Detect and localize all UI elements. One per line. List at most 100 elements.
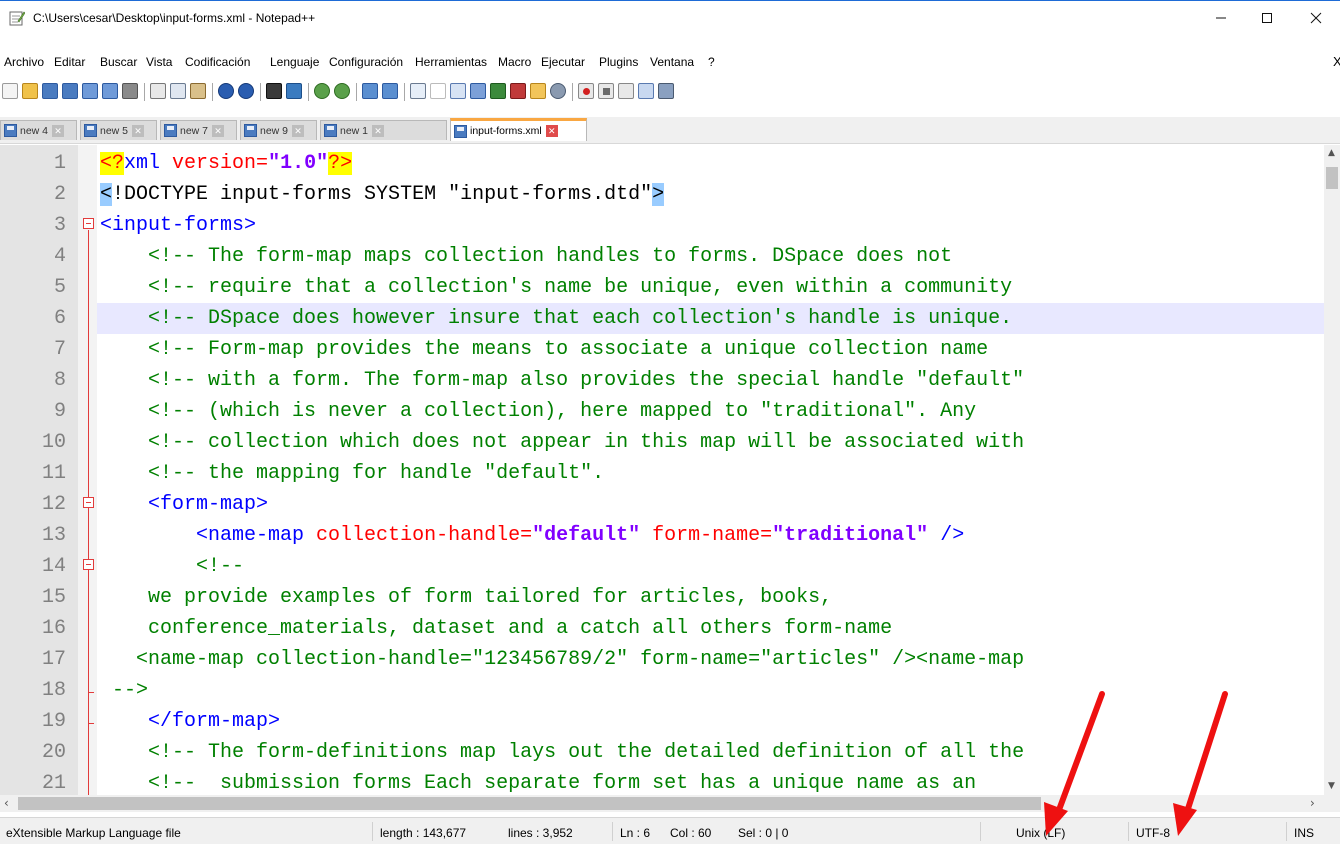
code-line: 2 <!DOCTYPE input-forms SYSTEM "input-for… [54,179,1324,210]
status-sel: Sel : 0 | 0 [738,826,789,840]
tab-new-1[interactable]: new 1 ✕ [320,120,447,140]
zoom-in-icon[interactable] [314,83,330,99]
scroll-right-icon[interactable]: › [1310,796,1315,810]
status-encoding[interactable]: UTF-8 [1136,826,1170,840]
tab-new-7[interactable]: new 7 ✕ [160,120,237,140]
show-all-chars-icon[interactable] [430,83,446,99]
udl-icon[interactable] [470,83,486,99]
line-number: 3 [53,214,66,237]
xml-tag: <name-map [100,524,305,547]
tab-input-forms-xml[interactable]: input-forms.xml ✕ [450,118,587,141]
sync-horizontal-icon[interactable] [382,83,398,99]
sync-vertical-icon[interactable] [362,83,378,99]
code-line: 20 <!-- The form-definitions map lays ou… [42,737,1324,768]
menu-vista[interactable]: Vista [146,55,172,69]
save-macro-icon[interactable] [658,83,674,99]
close-tab-icon[interactable]: ✕ [292,124,305,137]
tab-new-4[interactable]: new 4 ✕ [0,120,77,140]
stop-macro-icon[interactable] [598,83,614,99]
status-insert-mode[interactable]: INS [1294,826,1314,840]
undo-icon[interactable] [218,83,234,99]
menu-configuracion[interactable]: Configuración [329,55,403,69]
close-document-button[interactable]: X [1333,54,1340,69]
toolbar-separator [260,83,261,101]
find-icon[interactable] [266,83,282,99]
fold-end-marker [88,692,94,693]
code-line: 21 <!-- submission forms Each separate f… [42,768,1324,795]
menu-help[interactable]: ? [708,55,715,69]
code-line: 12 <form-map> [42,489,1324,520]
minimize-button[interactable] [1198,1,1244,35]
doc-map-icon[interactable] [490,83,506,99]
paste-icon[interactable] [190,83,206,99]
save-all-icon[interactable] [62,83,78,99]
scroll-down-icon[interactable]: ▼ [1328,781,1335,791]
cut-icon[interactable] [150,83,166,99]
scroll-up-icon[interactable]: ▲ [1328,148,1335,158]
word-wrap-icon[interactable] [410,83,426,99]
maximize-icon [1262,13,1272,23]
monitoring-icon[interactable] [550,83,566,99]
code-text: <!-- The form-definitions map lays out t… [100,741,1025,764]
redo-icon[interactable] [238,83,254,99]
vertical-scroll-thumb[interactable] [1326,167,1338,189]
horizontal-scroll-thumb[interactable] [18,797,1041,810]
close-tab-icon[interactable]: ✕ [132,124,145,137]
run-macro-multiple-icon[interactable] [638,83,654,99]
editor-area[interactable]: 1 <?xml version="1.0"?> 2 <!DOCTYPE input-… [0,145,1324,795]
print-icon[interactable] [122,83,138,99]
close-tab-icon[interactable]: ✕ [372,124,385,137]
function-list-icon[interactable] [510,83,526,99]
code-text: <input-forms> [100,214,257,237]
play-macro-icon[interactable] [618,83,634,99]
menu-plugins[interactable]: Plugins [599,55,638,69]
code-line: 5 <!-- require that a collection's name … [54,272,1324,303]
line-number: 11 [41,462,66,485]
menu-buscar[interactable]: Buscar [100,55,137,69]
tab-label: new 4 [20,124,49,137]
copy-icon[interactable] [170,83,186,99]
open-file-icon[interactable] [22,83,38,99]
menu-codificacion[interactable]: Codificación [185,55,250,69]
fold-toggle-icon[interactable] [83,497,94,508]
save-state-icon [244,124,257,137]
close-file-icon[interactable] [82,83,98,99]
scroll-left-icon[interactable]: ‹ [4,796,9,810]
close-icon [1310,12,1322,24]
notepad-plus-plus-app-icon[interactable] [9,10,25,26]
menu-herramientas[interactable]: Herramientas [415,55,487,69]
indent-guide-icon[interactable] [450,83,466,99]
menu-lenguaje[interactable]: Lenguaje [270,55,319,69]
tab-new-9[interactable]: new 9 ✕ [240,120,317,140]
maximize-button[interactable] [1244,1,1290,35]
vertical-scrollbar[interactable]: ▲ ▼ [1324,145,1340,795]
status-eol-format[interactable]: Unix (LF) [1016,826,1065,840]
menu-ejecutar[interactable]: Ejecutar [541,55,585,69]
save-icon[interactable] [42,83,58,99]
close-tab-icon[interactable]: ✕ [212,124,225,137]
fold-toggle-icon[interactable] [83,218,94,229]
code-text: <!-- The form-map maps collection handle… [100,245,953,268]
record-macro-icon[interactable] [578,83,594,99]
line-number: 19 [41,710,66,733]
menu-ventana[interactable]: Ventana [650,55,694,69]
fold-toggle-icon[interactable] [83,559,94,570]
horizontal-scrollbar[interactable]: ‹ › [0,795,1324,812]
folder-workspace-icon[interactable] [530,83,546,99]
replace-icon[interactable] [286,83,302,99]
status-separator [1128,822,1129,841]
code-text: --> [100,679,149,702]
close-all-icon[interactable] [102,83,118,99]
menu-macro[interactable]: Macro [498,55,531,69]
close-window-button[interactable] [1293,1,1339,35]
new-file-icon[interactable] [2,83,18,99]
code-area[interactable]: 1 <?xml version="1.0"?> 2 <!DOCTYPE input-… [42,145,1324,795]
tab-new-5[interactable]: new 5 ✕ [80,120,157,140]
menu-editar[interactable]: Editar [54,55,85,69]
menu-archivo[interactable]: Archivo [4,55,44,69]
code-text: <!-- with a form. The form-map also prov… [100,369,1025,392]
close-tab-icon[interactable]: ✕ [52,124,65,137]
line-number: 12 [41,493,66,516]
zoom-out-icon[interactable] [334,83,350,99]
close-tab-icon[interactable]: ✕ [545,125,558,137]
